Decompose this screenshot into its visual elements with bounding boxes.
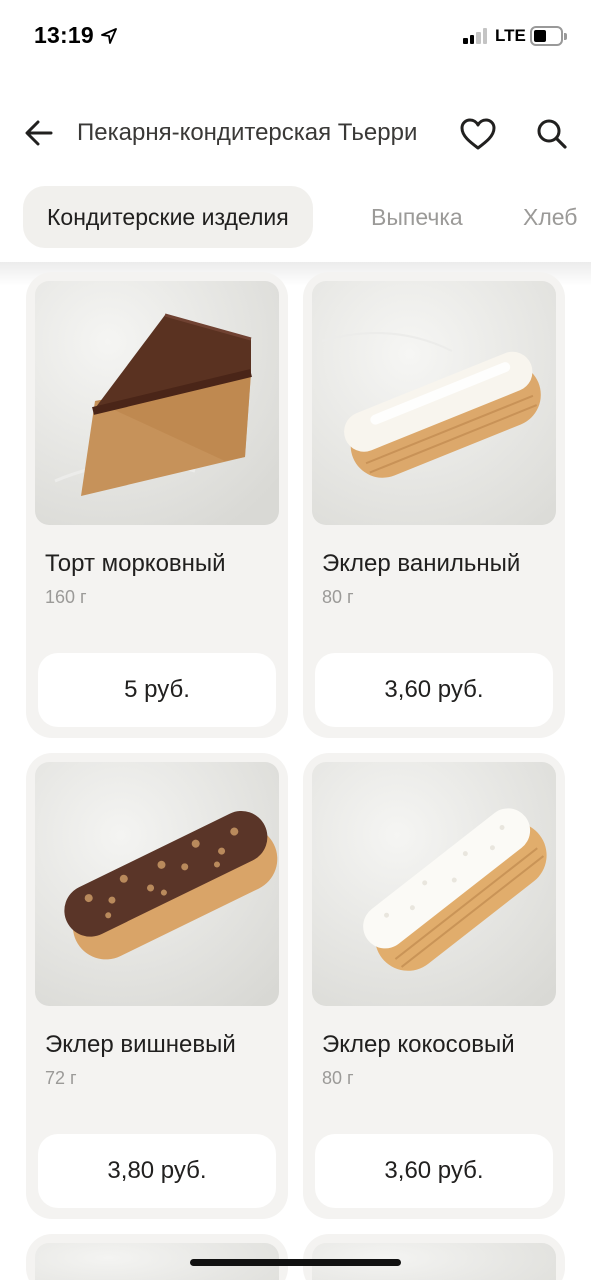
product-photo-vanilla-eclair	[312, 281, 556, 525]
product-name: Эклер ванильный	[322, 550, 521, 577]
arrow-left-icon	[25, 120, 53, 146]
location-arrow-icon	[101, 28, 117, 44]
home-indicator[interactable]	[190, 1259, 401, 1266]
product-card[interactable]: Торт морковный 160 г 5 руб.	[26, 272, 288, 738]
status-bar: 13:19 LTE	[0, 0, 591, 72]
product-weight: 80 г	[322, 1068, 354, 1088]
search-icon	[537, 119, 567, 149]
header: Пекарня-кондитерская Тьерри	[0, 100, 591, 166]
product-card[interactable]	[26, 1234, 288, 1280]
tab-bread[interactable]: Хлеб	[523, 186, 577, 248]
product-photo-cherry-eclair	[35, 762, 279, 1006]
heart-icon	[460, 118, 496, 150]
product-weight: 160 г	[45, 587, 87, 607]
product-card[interactable]: Эклер кокосовый 80 г 3,60 руб.	[303, 753, 565, 1219]
product-photo-carrot-cake	[35, 281, 279, 525]
product-card[interactable]: Эклер ванильный 80 г 3,60 руб.	[303, 272, 565, 738]
network-type: LTE	[495, 26, 526, 45]
add-to-cart-button[interactable]: 3,80 руб.	[38, 1134, 276, 1208]
product-name: Эклер вишневый	[45, 1031, 236, 1058]
back-button[interactable]	[20, 114, 58, 152]
tab-pastry[interactable]: Выпечка	[371, 186, 463, 248]
add-to-cart-button[interactable]: 3,60 руб.	[315, 1134, 553, 1208]
status-time: 13:19	[34, 22, 94, 48]
tab-confectionery[interactable]: Кондитерские изделия	[23, 186, 313, 248]
product-card[interactable]	[303, 1234, 565, 1280]
product-photo-coconut-eclair	[312, 762, 556, 1006]
add-to-cart-button[interactable]: 3,60 руб.	[315, 653, 553, 727]
product-card[interactable]: Эклер вишневый 72 г 3,80 руб.	[26, 753, 288, 1219]
product-name: Торт морковный	[45, 550, 226, 577]
category-tabs: Кондитерские изделия Выпечка Хлеб	[0, 186, 591, 248]
add-to-cart-button[interactable]: 5 руб.	[38, 653, 276, 727]
signal-strength-icon	[463, 28, 491, 44]
favorite-button[interactable]	[458, 114, 498, 154]
page-title: Пекарня-кондитерская Тьерри	[77, 119, 418, 146]
product-weight: 80 г	[322, 587, 354, 607]
product-name: Эклер кокосовый	[322, 1031, 515, 1058]
search-button[interactable]	[532, 114, 572, 154]
product-weight: 72 г	[45, 1068, 77, 1088]
battery-icon	[530, 26, 567, 46]
